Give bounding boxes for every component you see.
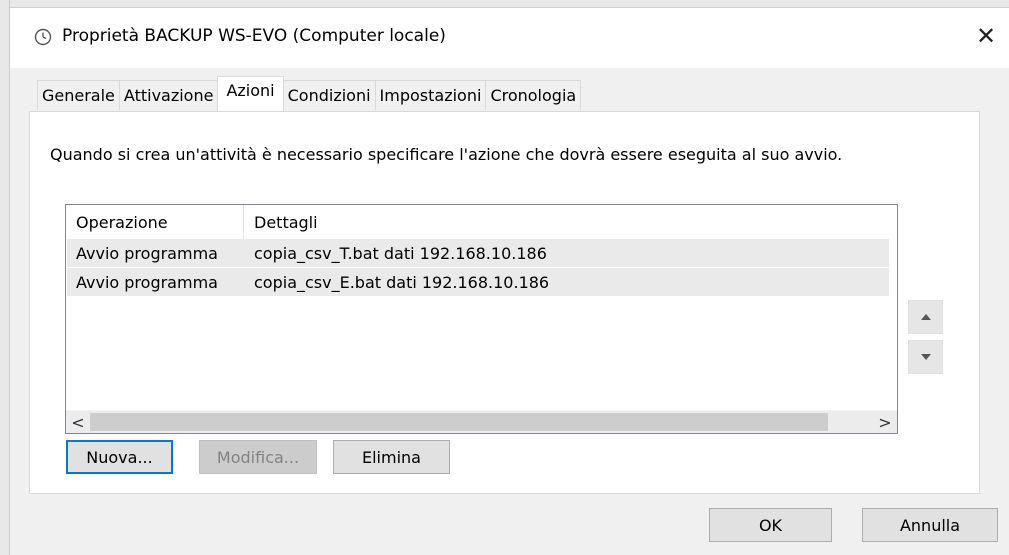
background-window-strip-left xyxy=(0,0,10,555)
scroll-left-button[interactable]: < xyxy=(66,411,90,433)
clock-icon xyxy=(34,28,52,46)
tab-azioni[interactable]: Azioni xyxy=(217,76,284,111)
scroll-right-button[interactable]: > xyxy=(873,411,897,433)
cell-dettagli: copia_csv_T.bat dati 192.168.10.186 xyxy=(254,243,547,263)
delete-action-button[interactable]: Elimina xyxy=(333,440,450,474)
new-action-button[interactable]: Nuova... xyxy=(66,440,173,474)
tab-strip: Generale Attivazione Azioni Condizioni I… xyxy=(37,76,582,111)
chevron-right-icon: > xyxy=(878,412,892,432)
close-button[interactable]: ✕ xyxy=(963,8,1009,64)
title-bar: Proprietà BACKUP WS-EVO (Computer locale… xyxy=(10,8,1009,68)
column-header-operazione[interactable]: Operazione xyxy=(66,205,244,239)
actions-list[interactable]: Operazione Dettagli Avvio programma copi… xyxy=(65,204,898,434)
tab-attivazione[interactable]: Attivazione xyxy=(118,80,219,110)
ok-button[interactable]: OK xyxy=(709,508,832,542)
table-row[interactable]: Avvio programma copia_csv_E.bat dati 192… xyxy=(67,268,889,296)
close-icon: ✕ xyxy=(975,22,997,50)
scrollbar-thumb[interactable] xyxy=(90,413,828,431)
cell-operazione: Avvio programma xyxy=(76,243,218,263)
move-down-button[interactable] xyxy=(908,340,943,374)
cell-dettagli: copia_csv_E.bat dati 192.168.10.186 xyxy=(254,272,550,292)
cell-operazione: Avvio programma xyxy=(76,272,218,292)
tab-impostazioni[interactable]: Impostazioni xyxy=(374,80,487,110)
background-window-strip-top xyxy=(0,0,1009,8)
cancel-button[interactable]: Annulla xyxy=(862,508,998,542)
arrow-down-icon xyxy=(920,354,931,360)
edit-action-button[interactable]: Modifica... xyxy=(199,440,317,474)
tab-generale[interactable]: Generale xyxy=(37,80,120,110)
column-header-dettagli[interactable]: Dettagli xyxy=(244,205,897,239)
move-up-button[interactable] xyxy=(908,300,943,334)
tab-panel-azioni: Quando si crea un'attività è necessario … xyxy=(29,111,980,494)
table-row[interactable]: Avvio programma copia_csv_T.bat dati 192… xyxy=(67,239,889,267)
chevron-left-icon: < xyxy=(71,412,85,432)
description-text: Quando si crea un'attività è necessario … xyxy=(50,145,843,164)
window-title: Proprietà BACKUP WS-EVO (Computer locale… xyxy=(62,26,446,46)
list-header: Operazione Dettagli xyxy=(66,205,897,239)
arrow-up-icon xyxy=(920,314,931,320)
tab-condizioni[interactable]: Condizioni xyxy=(282,80,376,110)
tab-cronologia[interactable]: Cronologia xyxy=(485,80,582,110)
horizontal-scrollbar[interactable]: < > xyxy=(66,410,897,433)
properties-dialog: Proprietà BACKUP WS-EVO (Computer locale… xyxy=(10,8,1009,555)
